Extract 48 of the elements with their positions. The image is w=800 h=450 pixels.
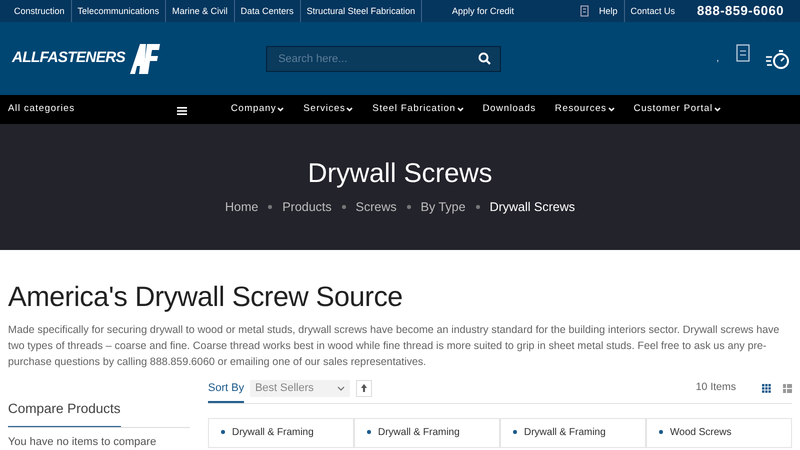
bullet-icon — [221, 430, 225, 434]
categories-link[interactable]: All categories — [8, 102, 75, 117]
breadcrumb-separator — [342, 205, 346, 210]
phone-number: 888-859-6060 — [697, 2, 784, 20]
list-view-icon[interactable] — [783, 384, 792, 393]
nav-link[interactable]: Steel Fabrication — [372, 102, 464, 117]
sort-direction-button[interactable] — [356, 380, 372, 397]
logo-mark-icon[interactable] — [130, 44, 160, 74]
menu-icon[interactable] — [176, 107, 187, 115]
page-title: Drywall Screws — [308, 157, 492, 190]
intro-paragraph: Made specifically for securing drywall to wood or metal studs, drywall screws have become an industry standard for the building interiors sector. Drywall screws have two types of threads – coarse and fine. Coarse thread works best in wood while fine thread is more suited to grip in sheet metal studs. Feel free to ask us any pre-purchase questions by calling 888.859.6060 or emailing one of our sales representatives. — [8, 322, 780, 370]
empty-message: You have no items to compare — [8, 434, 158, 450]
product-category[interactable]: Drywall & Framing — [378, 427, 460, 438]
section-heading: America's Drywall Screw Source — [8, 280, 404, 314]
breadcrumb-current: Drywall Screws — [490, 198, 576, 216]
nav-link[interactable]: Services — [303, 102, 354, 117]
document-icon[interactable] — [580, 5, 589, 17]
breadcrumb-link[interactable]: Home — [224, 198, 258, 217]
bullet-icon — [659, 430, 663, 434]
grid-view-icon[interactable] — [762, 384, 771, 393]
breadcrumb-separator — [406, 205, 411, 210]
nav-link[interactable]: Customer Portal — [634, 102, 721, 117]
logo-text[interactable]: ALLFASTENERS — [12, 47, 126, 70]
bullet-icon — [513, 430, 517, 434]
search-field[interactable]: Search here... — [266, 46, 502, 72]
up-arrow-icon — [361, 384, 368, 392]
breadcrumb-link[interactable]: Products — [282, 198, 332, 217]
product-category[interactable]: Drywall & Framing — [524, 427, 606, 438]
product-category[interactable]: Wood Screws — [670, 427, 732, 438]
document-icon[interactable] — [736, 44, 750, 62]
nav-link[interactable]: Downloads — [482, 102, 536, 117]
nav-link[interactable]: Resources — [554, 102, 615, 117]
top-link[interactable]: Contact Us — [624, 0, 682, 22]
breadcrumb-separator — [476, 205, 480, 210]
sort-label: Sort By — [208, 380, 244, 404]
breadcrumb-link[interactable]: Screws — [356, 198, 397, 217]
search-icon[interactable] — [478, 52, 492, 64]
breadcrumb-separator — [268, 205, 272, 210]
sidebar-title: Compare Products — [8, 398, 121, 427]
breadcrumb-link[interactable]: By Type — [420, 198, 466, 217]
bullet-icon — [367, 430, 371, 434]
header-mark: , — [716, 52, 719, 65]
credit-link[interactable]: Apply for Credit — [446, 0, 520, 22]
stopwatch-icon[interactable] — [766, 48, 790, 68]
nav-link[interactable]: Company — [230, 102, 284, 117]
caret-icon — [337, 386, 346, 391]
product-category[interactable]: Drywall & Framing — [232, 427, 314, 438]
item-count: 10 Items — [696, 380, 736, 396]
